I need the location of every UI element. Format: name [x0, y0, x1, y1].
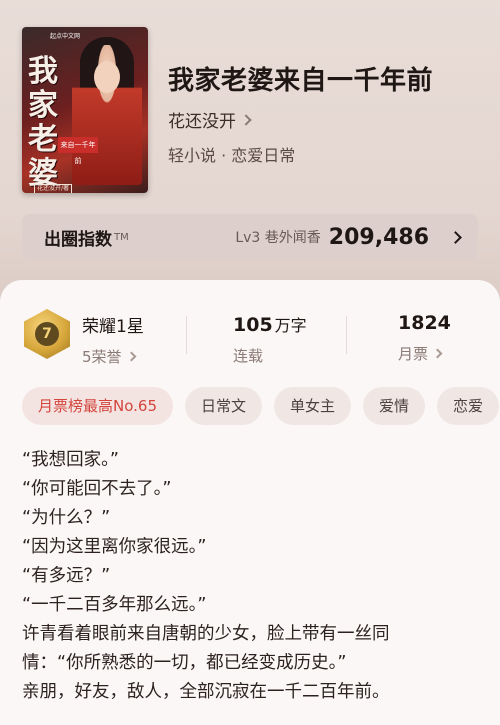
book-title: 我家老婆来自一千年前 — [168, 66, 434, 96]
divider — [346, 316, 347, 354]
excerpt-line: “一千二百多年那么远。” — [22, 595, 207, 615]
honor-title: 荣耀1星 — [82, 317, 144, 337]
monthly-ticket-value: 1824 — [398, 312, 451, 334]
tag-item[interactable]: 爱情 — [363, 387, 426, 425]
tag-item[interactable]: 恋爱 — [437, 387, 500, 425]
excerpt-line: “你可能回不去了。” — [22, 479, 172, 499]
tag-ranking[interactable]: 月票榜最高No.65 — [22, 387, 173, 425]
badge-number: 7 — [35, 322, 59, 346]
monthly-ticket-stat[interactable]: 1824 月票 — [398, 312, 451, 364]
tag-list: 月票榜最高No.65 日常文 单女主 爱情 恋爱 — [22, 387, 500, 425]
honor-stat[interactable]: 荣耀1星 5荣誉 — [82, 312, 144, 367]
cover-face — [94, 61, 120, 93]
cover-tagline: 来自一千年前 — [58, 137, 98, 165]
book-excerpt[interactable]: “我想回家。” “你可能回不去了。” “为什么？” “因为这里离你家很远。” “… — [22, 446, 492, 707]
index-level: Lv3 巷外闻香 — [235, 230, 321, 246]
cover-author-stamp: 花还没开/著 — [34, 184, 73, 193]
trademark-mark: TM — [114, 231, 129, 243]
chevron-right-icon — [449, 230, 462, 244]
excerpt-line: “为什么？” — [22, 508, 111, 528]
excerpt-line: “因为这里离你家很远。” — [22, 537, 207, 557]
excerpt-line: “我想回家。” — [22, 450, 119, 470]
excerpt-line: 情：“你所熟悉的一切，都已经变成历史。” — [22, 653, 347, 673]
cover-calligraphy: 我家老婆 — [28, 54, 58, 191]
author-link[interactable]: 花还没开 — [168, 107, 252, 132]
excerpt-line: 亲朋，好友，敌人，全部沉寂在一千二百年前。 — [22, 682, 390, 702]
circle-index-bar[interactable]: 出圈指数 TM Lv3 巷外闻香 209,486 — [22, 214, 478, 260]
excerpt-line: “有多远？” — [22, 566, 111, 586]
tag-item[interactable]: 单女主 — [274, 387, 352, 425]
author-name: 花还没开 — [168, 112, 236, 132]
cover-brand: 起点中文网 — [50, 33, 81, 40]
divider — [186, 316, 187, 354]
tag-item[interactable]: 日常文 — [185, 387, 263, 425]
book-cover[interactable]: 起点中文网 我家老婆 来自一千年前 花还没开/著 — [22, 27, 148, 193]
index-score: 209,486 — [328, 224, 429, 250]
honor-count: 5荣誉 — [82, 348, 122, 366]
index-label: 出圈指数 — [44, 229, 112, 250]
word-count-value: 105 — [233, 314, 273, 336]
chevron-right-icon — [432, 348, 443, 359]
chevron-right-icon — [240, 113, 252, 126]
word-count-unit: 万字 — [274, 316, 307, 335]
chevron-right-icon — [126, 351, 136, 362]
monthly-ticket-label: 月票 — [398, 345, 429, 363]
serial-status: 连载 — [233, 347, 264, 365]
excerpt-line: 许青看着眼前来自唐朝的少女，脸上带有一丝同 — [22, 624, 390, 644]
book-genre: 轻小说 · 恋爱日常 — [168, 146, 296, 165]
word-count-stat: 105 万字 连载 — [233, 312, 307, 366]
